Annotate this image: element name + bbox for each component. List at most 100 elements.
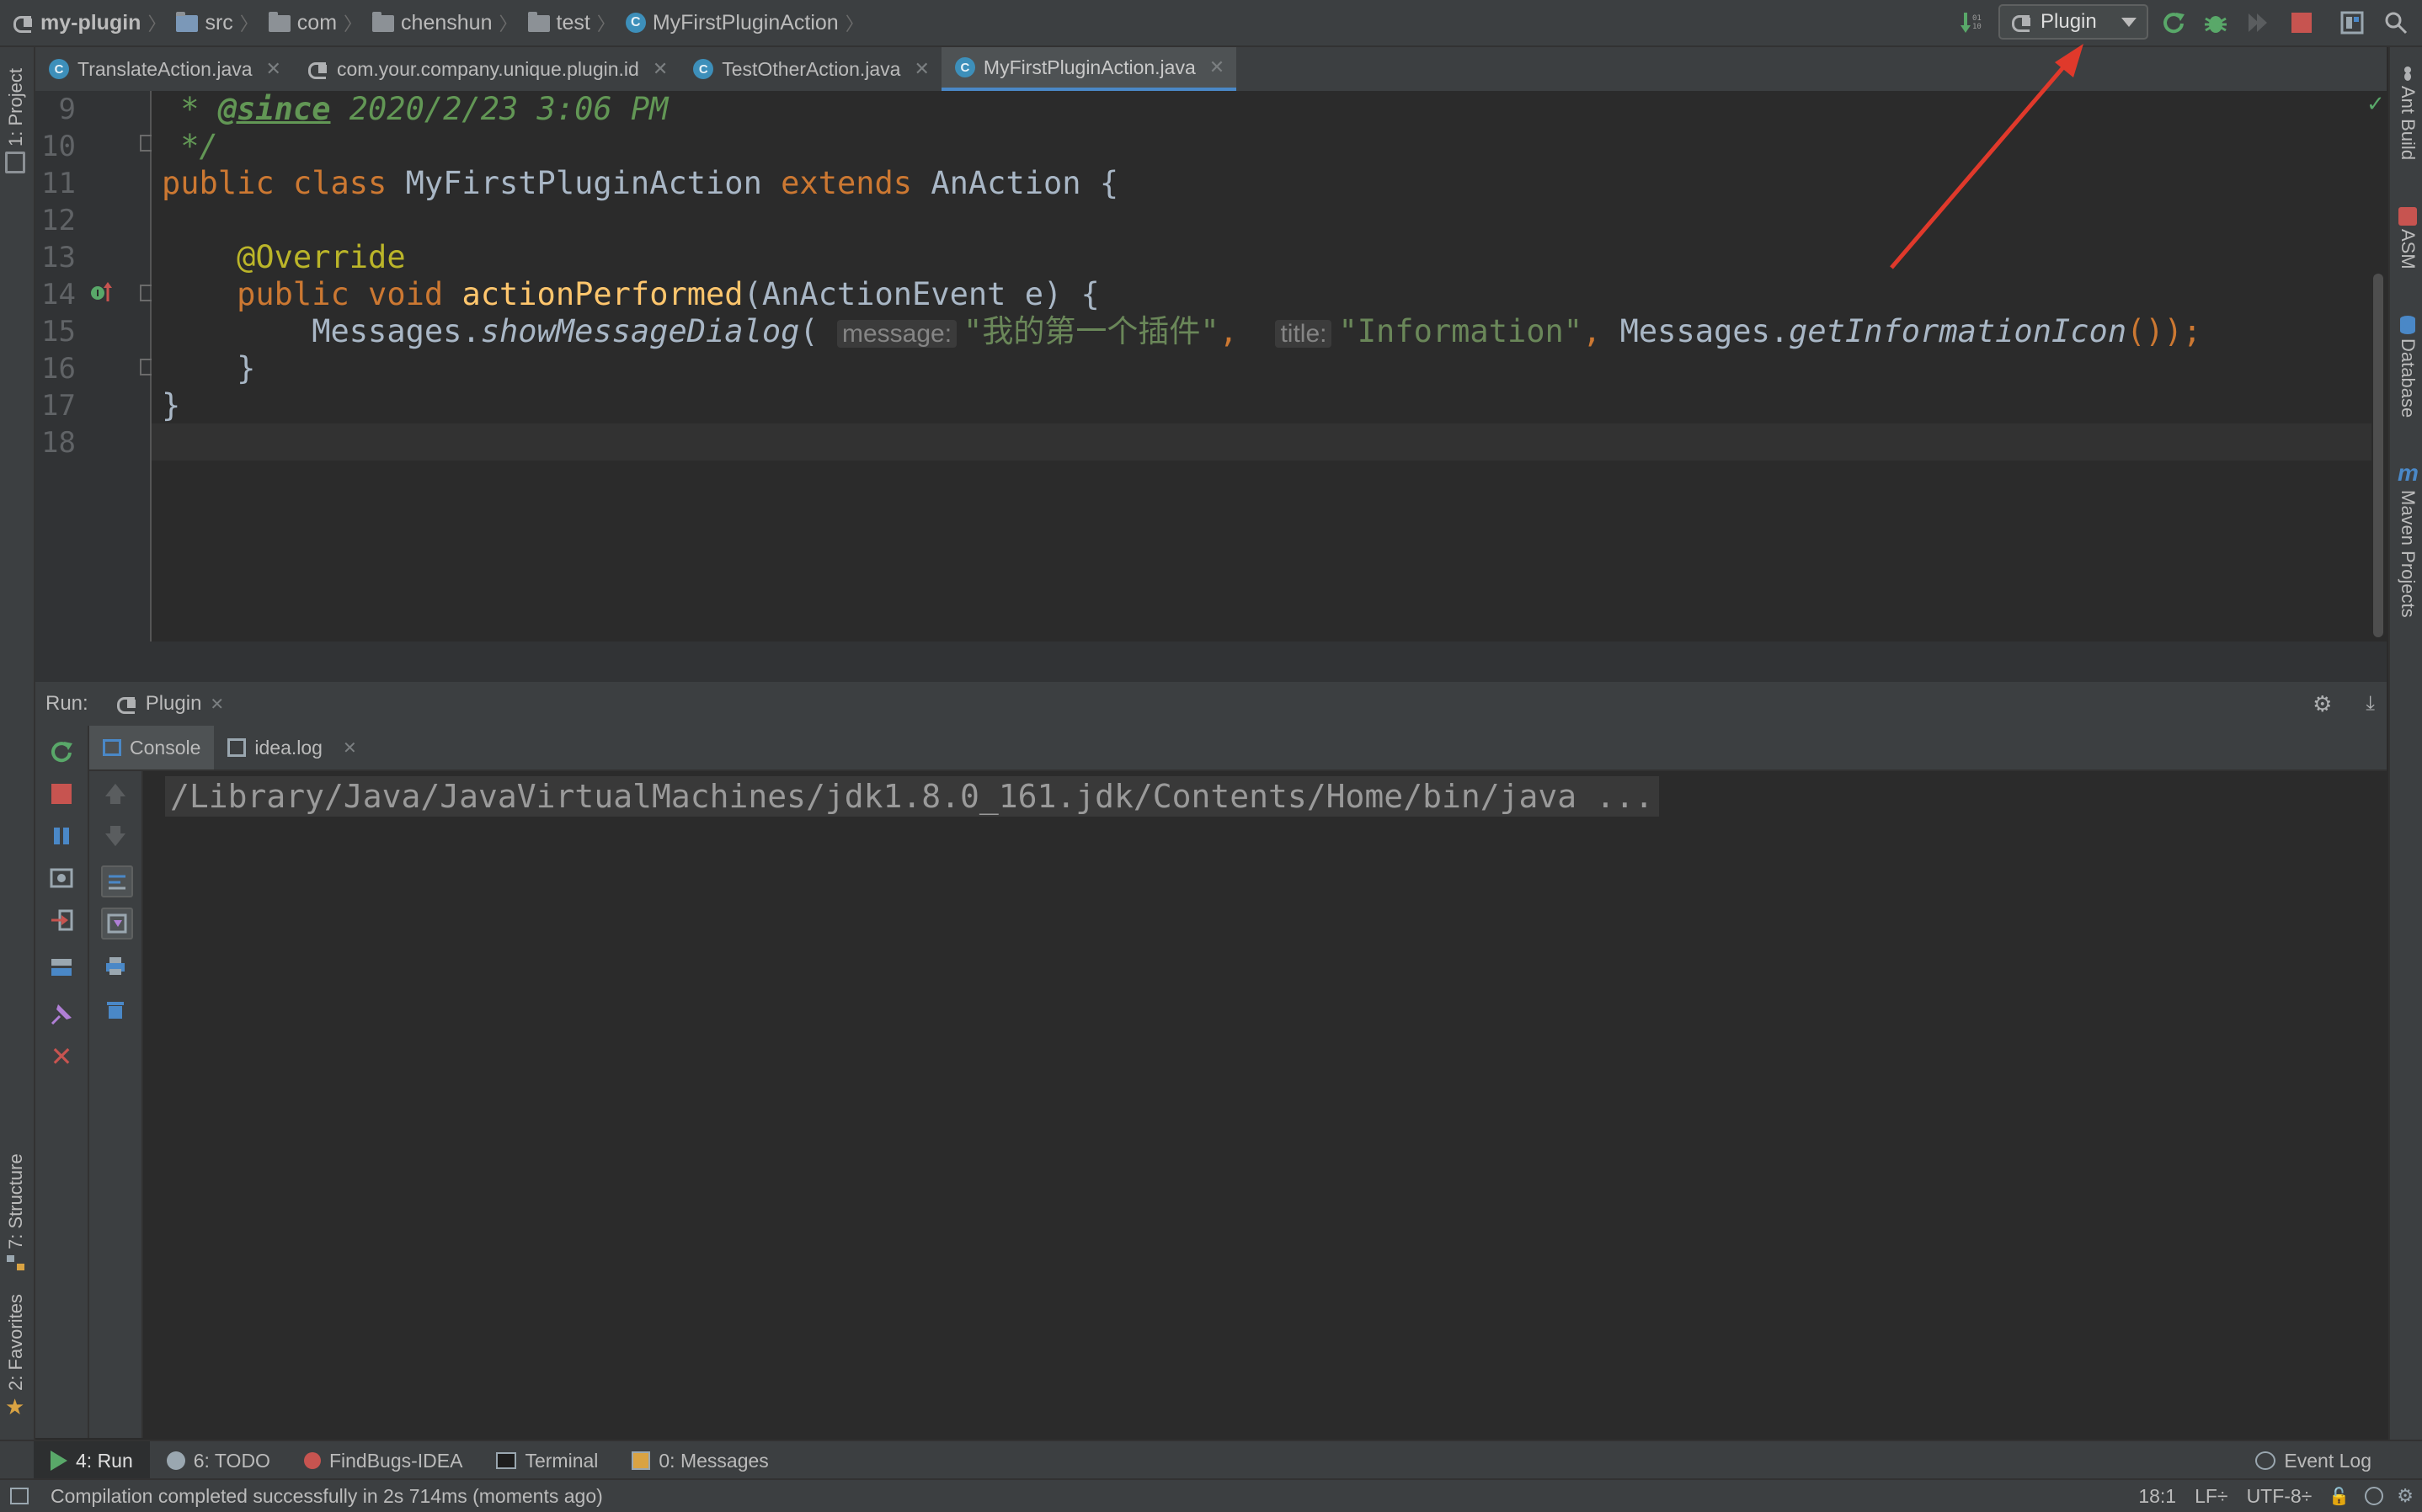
breadcrumb-item-project[interactable]: my-plugin (12, 11, 141, 35)
tab-label: Console (130, 736, 201, 759)
line-number: 11 (41, 167, 76, 200)
tool-button-label: 6: TODO (193, 1449, 270, 1472)
project-tool-button[interactable]: 1: Project (5, 62, 27, 146)
breadcrumb-item-class[interactable]: C MyFirstPluginAction (625, 11, 839, 35)
code-comment: * (162, 91, 218, 127)
debug-icon[interactable] (2201, 8, 2230, 37)
folder-icon (372, 12, 395, 32)
tab-test-other-action[interactable]: C TestOtherAction.java ✕ (680, 47, 942, 91)
event-indicator-icon[interactable]: ⚙ (2397, 1485, 2414, 1507)
chevron-right-icon: 〉 (344, 13, 363, 35)
rerun-icon[interactable] (2159, 8, 2188, 37)
breadcrumb-item-com[interactable]: com (268, 11, 337, 35)
arrow-down-icon[interactable]: 🡇 (101, 823, 130, 854)
tab-my-first-plugin-action[interactable]: C MyFirstPluginAction.java ✕ (941, 47, 1237, 91)
line-number: 16 (41, 352, 76, 386)
build-icon[interactable]: 01 10 (1959, 8, 1987, 37)
tool-button-label: 0: Messages (659, 1449, 769, 1472)
console-output[interactable]: /Library/Java/JavaVirtualMachines/jdk1.8… (143, 773, 2387, 1438)
run-panel-header: Run: Plugin ✕ ⚙ ⤓ (35, 682, 2387, 726)
dump-threads-icon[interactable] (47, 864, 76, 892)
line-separator[interactable]: LF÷ (2195, 1485, 2227, 1508)
rerun-icon[interactable] (47, 737, 76, 766)
line-number: 14 (41, 278, 76, 311)
static-call: getInformationIcon (1789, 313, 2127, 349)
paren: ()); (2126, 313, 2202, 349)
close-icon[interactable]: ✕ (343, 737, 357, 759)
run-config-tab[interactable]: Plugin ✕ (115, 682, 224, 726)
code-comment: */ (162, 128, 218, 164)
close-icon[interactable]: ✕ (47, 1041, 76, 1072)
close-icon[interactable]: ✕ (210, 694, 224, 715)
console-icon (103, 739, 121, 756)
tab-label: TranslateAction.java (77, 57, 253, 80)
tab-plugin-xml[interactable]: com.your.company.unique.plugin.id ✕ (293, 47, 680, 91)
editor-scrollbar-thumb[interactable] (2373, 274, 2383, 637)
trash-icon[interactable] (101, 995, 130, 1024)
inspector-icon[interactable] (2365, 1487, 2384, 1505)
breadcrumb-item-test[interactable]: test (527, 11, 590, 35)
breadcrumb-item-chenshun[interactable]: chenshun (372, 11, 492, 35)
tab-label: MyFirstPluginAction.java (983, 56, 1196, 78)
ant-build-tool-button[interactable]: Ant Build (2397, 86, 2419, 178)
findbugs-tool-button[interactable]: FindBugs-IDEA (287, 1441, 480, 1480)
parameter-hint: title: (1275, 320, 1332, 348)
gear-icon[interactable]: ⚙ (2313, 691, 2332, 717)
todo-tool-button[interactable]: 6: TODO (150, 1441, 287, 1480)
todo-icon (166, 1451, 185, 1470)
restore-layout-icon[interactable] (47, 953, 76, 982)
lock-icon[interactable]: 🔓 (2329, 1486, 2350, 1507)
line-number: 18 (41, 426, 76, 460)
tab-idea-log[interactable]: idea.log ✕ (214, 726, 370, 769)
hide-panel-icon[interactable]: ⤓ (2366, 692, 2375, 716)
log-icon (227, 738, 247, 757)
maven-tool-button[interactable]: Maven Projects (2397, 490, 2419, 642)
tab-translate-action[interactable]: C TranslateAction.java ✕ (35, 47, 293, 91)
structure-tool-button[interactable]: 7: Structure (5, 1123, 27, 1249)
close-icon[interactable]: ✕ (266, 58, 281, 80)
stop-icon[interactable] (47, 780, 76, 808)
class-icon: C (49, 59, 69, 79)
close-icon[interactable]: ✕ (1209, 56, 1224, 78)
run-tool-button[interactable]: 4: Run (34, 1441, 150, 1480)
stop-icon[interactable] (2287, 8, 2316, 37)
project-structure-icon[interactable] (2338, 8, 2366, 37)
soft-wrap-icon[interactable] (101, 865, 133, 897)
panel-splitter[interactable] (35, 642, 2387, 682)
close-icon[interactable]: ✕ (653, 58, 668, 80)
database-tool-button[interactable]: Database (2397, 338, 2419, 439)
file-encoding[interactable]: UTF-8÷ (2247, 1485, 2313, 1508)
event-log-button[interactable]: Event Log (2238, 1441, 2388, 1480)
line-number: 13 (41, 241, 76, 274)
exit-icon[interactable] (47, 906, 76, 934)
run-icon (51, 1451, 67, 1471)
run-configuration-label: Plugin (2041, 10, 2097, 33)
caret-position[interactable]: 18:1 (2138, 1485, 2176, 1508)
print-icon[interactable] (101, 951, 130, 980)
string-literal: "我的第一个插件" (963, 313, 1219, 349)
tab-console[interactable]: Console (89, 726, 215, 769)
messages-tool-button[interactable]: 0: Messages (615, 1441, 785, 1480)
tool-button-label: FindBugs-IDEA (328, 1449, 463, 1472)
breadcrumb-label: src (205, 10, 233, 35)
chevron-right-icon: 〉 (147, 13, 167, 35)
close-icon[interactable]: ✕ (914, 58, 929, 80)
favorites-tool-button[interactable]: 2: Favorites (5, 1285, 27, 1391)
breadcrumb-label: chenshun (401, 10, 493, 35)
tab-label: com.your.company.unique.plugin.id (336, 57, 639, 80)
folder-icon (268, 12, 291, 32)
maven-icon: m (2398, 460, 2419, 486)
coverage-icon[interactable] (2243, 8, 2272, 37)
asm-tool-button[interactable]: ASM (2397, 229, 2419, 288)
pin-icon[interactable] (47, 1000, 76, 1029)
search-icon[interactable] (2382, 8, 2410, 37)
breadcrumb-item-src[interactable]: src (176, 10, 233, 35)
scroll-to-end-icon[interactable] (101, 908, 133, 940)
arrow-up-icon[interactable]: 🡅 (101, 781, 130, 812)
terminal-tool-button[interactable]: Terminal (479, 1441, 615, 1480)
status-message[interactable]: Compilation completed successfully in 2s… (51, 1485, 603, 1508)
tool-windows-toggle-icon[interactable] (10, 1488, 29, 1504)
plugin-icon (307, 60, 328, 79)
pause-icon[interactable] (47, 822, 76, 850)
override-marker-icon[interactable] (89, 280, 115, 311)
